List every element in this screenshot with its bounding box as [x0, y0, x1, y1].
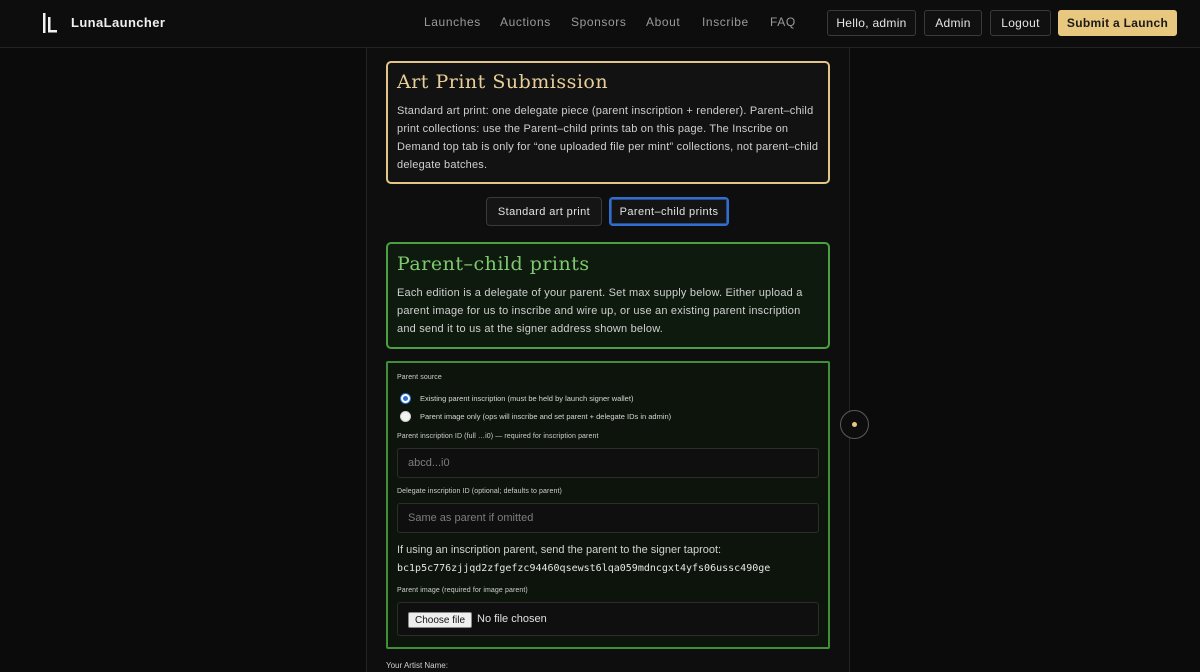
choose-file-button[interactable]: Choose file [408, 612, 473, 628]
logout-button[interactable]: Logout [990, 10, 1051, 36]
top-navigation-bar: LunaLauncher Launches Auctions Sponsors … [0, 0, 1200, 48]
parent-inscription-id-label: Parent inscription ID (full …i0) — requi… [397, 433, 599, 440]
tab-parent-child-prints[interactable]: Parent–child prints [609, 197, 729, 226]
nav-about[interactable]: About [646, 15, 680, 29]
page-title: Art Print Submission [397, 71, 609, 93]
parent-image-label: Parent image (required for image parent) [397, 587, 528, 594]
signer-taproot-address[interactable]: bc1p5c776zjjqd2zfgefzc94460qsewst6lqa059… [397, 563, 770, 574]
submit-launch-button[interactable]: Submit a Launch [1058, 10, 1177, 36]
nav-launches[interactable]: Launches [424, 15, 481, 29]
delegate-inscription-id-input[interactable] [397, 503, 819, 533]
artist-name-label: Your Artist Name: [386, 661, 448, 670]
delegate-inscription-id-label: Delegate inscription ID (optional; defau… [397, 488, 562, 495]
parent-source-label: Parent source [397, 374, 442, 381]
no-file-chosen-text: No file chosen [477, 613, 547, 625]
parent-child-title: Parent–child prints [397, 253, 590, 275]
signer-taproot-note: If using an inscription parent, send the… [397, 541, 825, 578]
user-greeting-button[interactable]: Hello, admin [827, 10, 916, 36]
brand-name[interactable]: LunaLauncher [71, 15, 165, 30]
radio-existing-parent[interactable]: Existing parent inscription (must be hel… [400, 391, 633, 405]
nav-sponsors[interactable]: Sponsors [571, 15, 627, 29]
nav-auctions[interactable]: Auctions [500, 15, 551, 29]
parent-inscription-id-input[interactable] [397, 448, 819, 478]
floating-dot-button[interactable] [840, 410, 869, 439]
parent-image-file-input[interactable]: Choose file No file chosen [397, 602, 819, 636]
radio-image-label: Parent image only (ops will inscribe and… [420, 411, 672, 421]
intro-description: Standard art print: one delegate piece (… [397, 105, 819, 171]
admin-button[interactable]: Admin [924, 10, 982, 36]
dot-icon [852, 422, 857, 427]
radio-button-unselected[interactable] [400, 410, 411, 422]
radio-parent-image[interactable]: Parent image only (ops will inscribe and… [400, 409, 671, 423]
parent-child-description: Each edition is a delegate of your paren… [397, 287, 803, 335]
nav-inscribe[interactable]: Inscribe [702, 15, 749, 29]
radio-existing-label: Existing parent inscription (must be hel… [420, 393, 634, 403]
radio-button-selected[interactable] [400, 392, 411, 404]
tab-standard-art-print[interactable]: Standard art print [486, 197, 602, 226]
luna-logo-icon[interactable] [42, 13, 58, 33]
nav-faq[interactable]: FAQ [770, 15, 796, 29]
taproot-instruction: If using an inscription parent, send the… [397, 544, 722, 556]
